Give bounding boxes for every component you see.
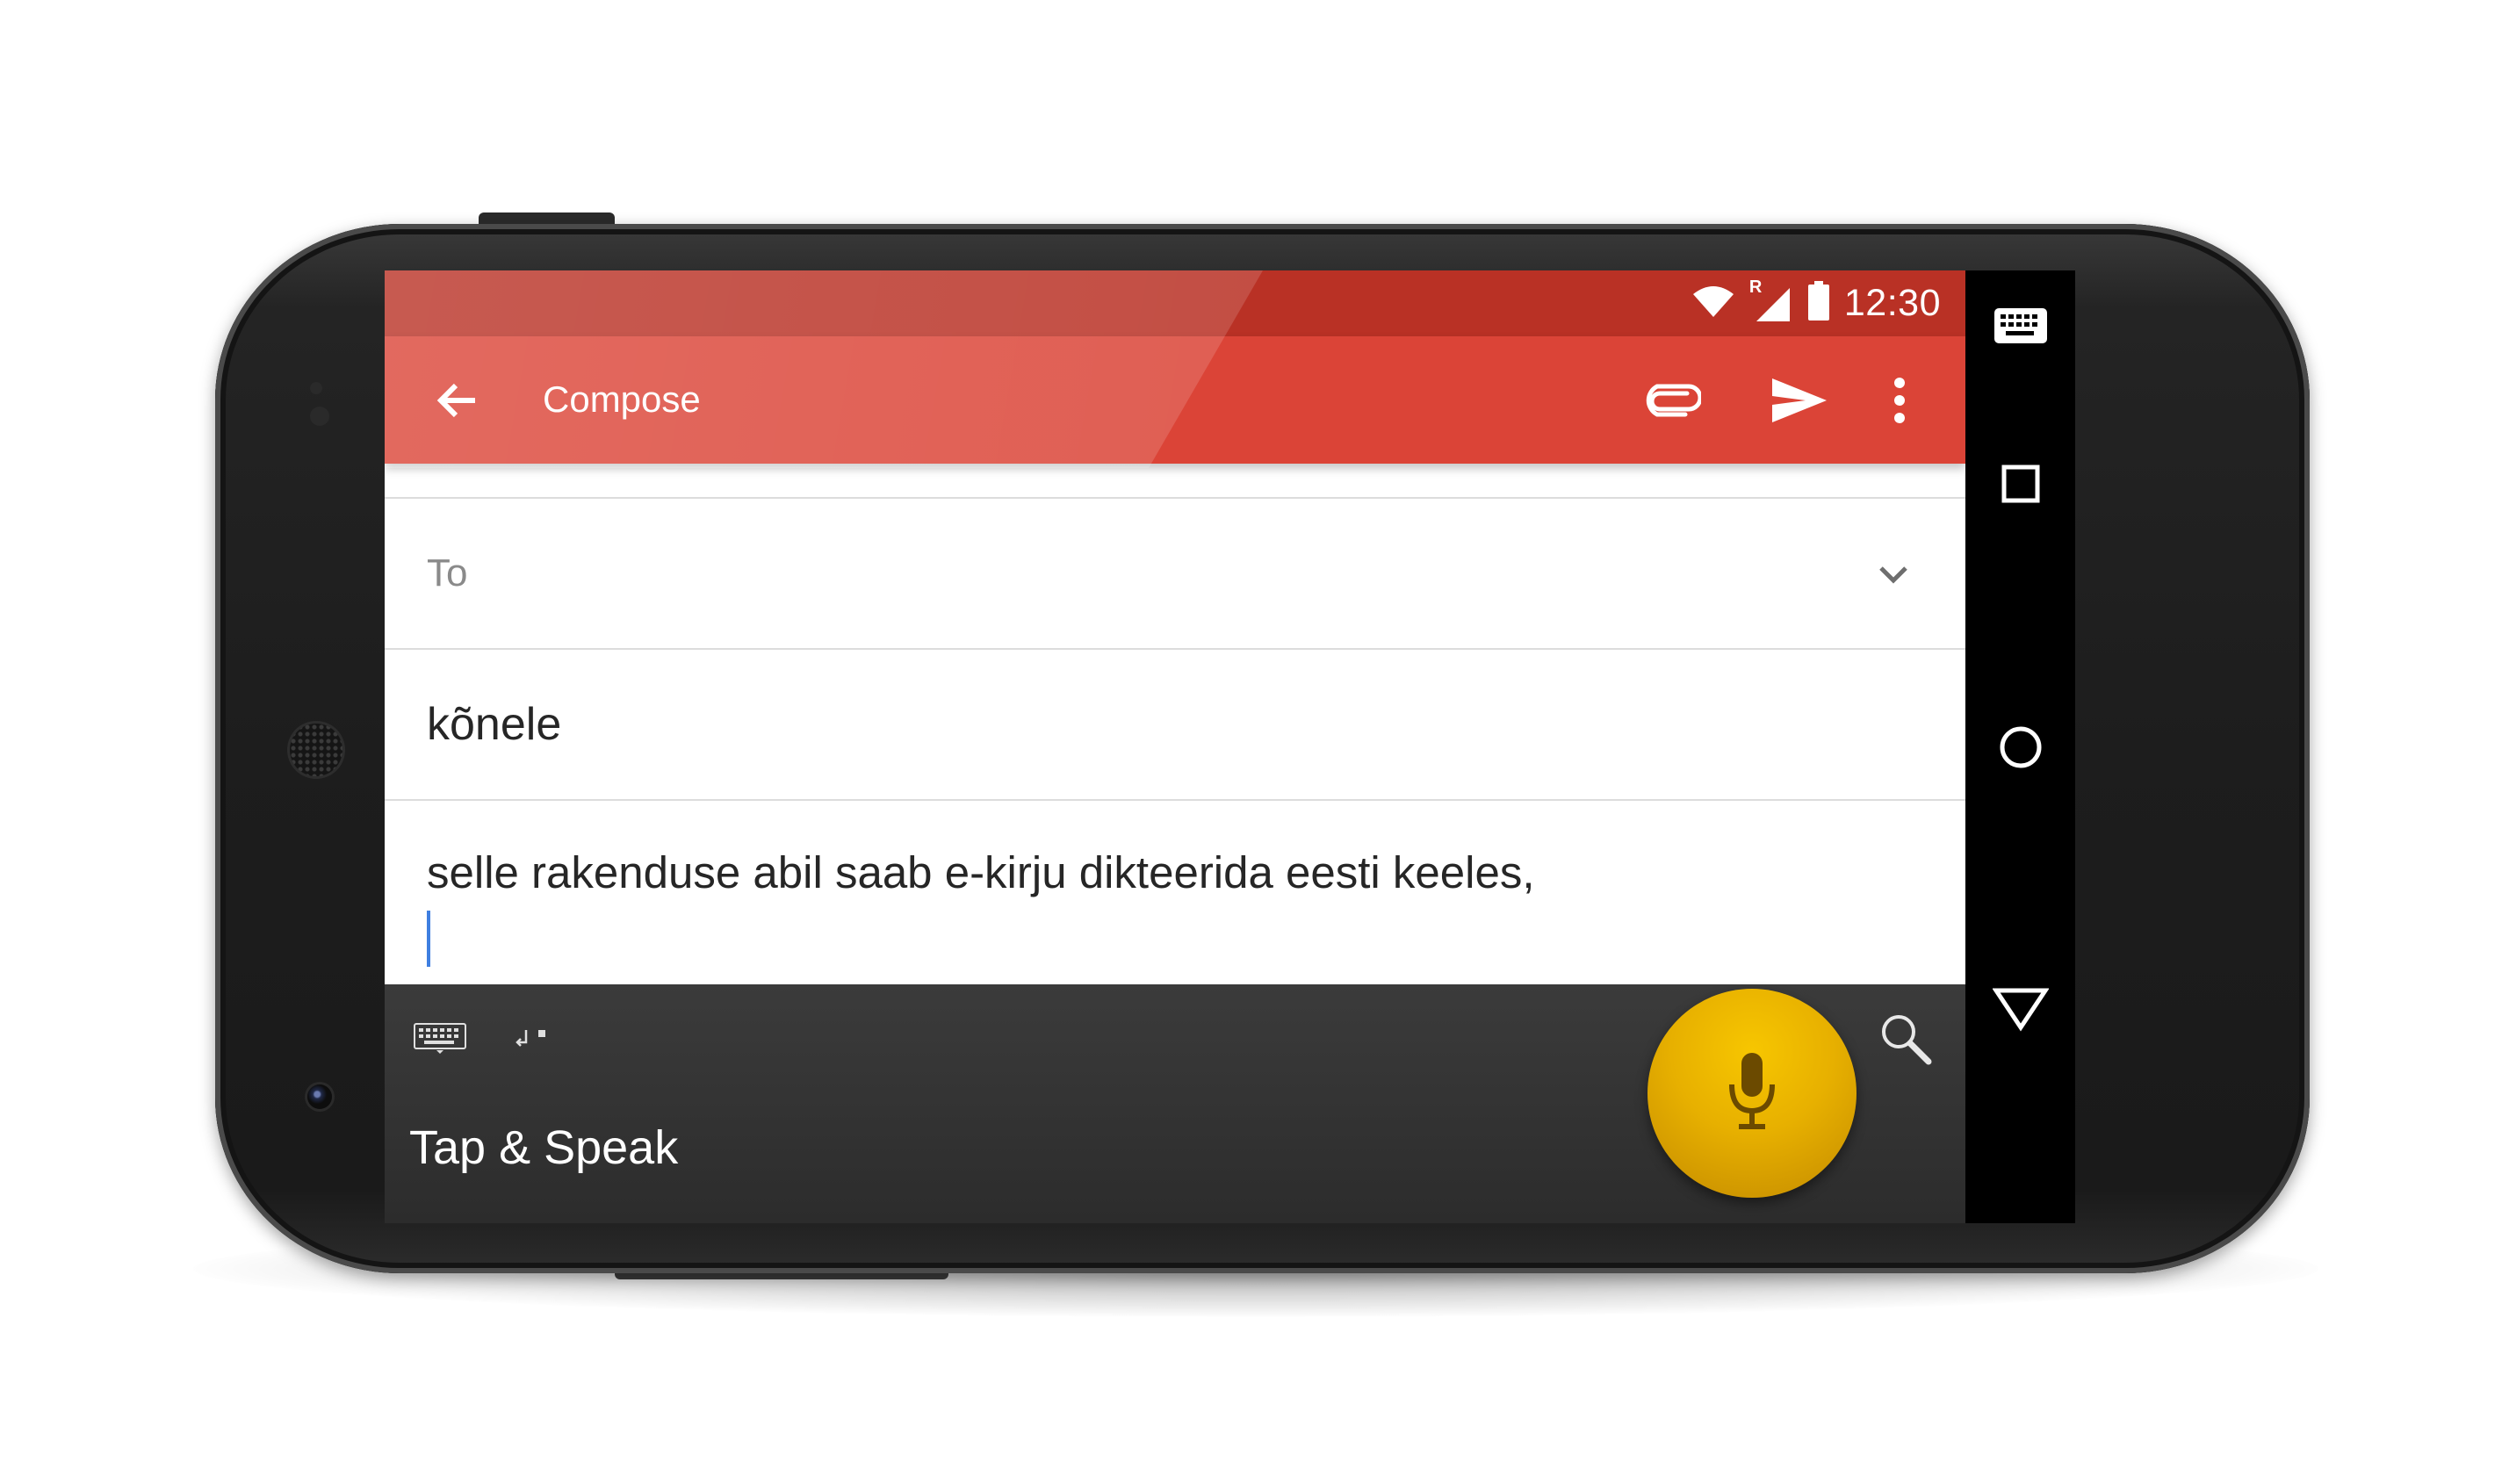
arrow-back-icon	[436, 383, 475, 418]
status-icons: R 12:30	[1691, 277, 1941, 326]
phone-screen: R 12:30 Compose To kõnele selle rakendus…	[385, 270, 2075, 1223]
toolbar-title: Compose	[543, 378, 701, 420]
front-camera	[307, 1084, 332, 1109]
voice-input-panel: Tap & Speak	[385, 984, 1965, 1223]
mic-icon	[1729, 1053, 1775, 1129]
stage: R 12:30 Compose To kõnele selle rakendus…	[0, 0, 2509, 1484]
chevron-down-icon[interactable]	[1874, 555, 1913, 594]
status-bar: R 12:30	[385, 270, 1965, 336]
search-icon[interactable]	[1878, 1011, 1934, 1067]
from-field-edge	[385, 464, 1965, 499]
compose-form: To kõnele selle rakenduse abil saab e-ki…	[385, 464, 1965, 984]
to-label: To	[427, 551, 468, 594]
back-icon	[1993, 988, 2049, 1032]
body-text: selle rakenduse abil saab e-kirju diktee…	[427, 847, 1535, 897]
battery-icon	[1807, 280, 1830, 326]
signal-icon: R	[1749, 277, 1793, 323]
speaker-grille	[290, 724, 342, 776]
status-clock: 12:30	[1843, 281, 1941, 324]
proximity-sensor	[310, 382, 322, 394]
subject-text: kõnele	[427, 699, 562, 750]
enter-icon[interactable]	[514, 1019, 549, 1055]
light-sensor	[310, 407, 329, 426]
attach-button[interactable]	[1644, 371, 1702, 429]
back-button[interactable]	[1992, 980, 2050, 1038]
send-button[interactable]	[1770, 371, 1828, 429]
navigation-bar	[1965, 270, 2075, 1223]
microphone-button[interactable]	[1647, 989, 1857, 1198]
overflow-menu-button[interactable]	[1871, 371, 1929, 429]
app-toolbar: Compose	[385, 336, 1965, 464]
home-icon	[2000, 726, 2042, 768]
more-vert-icon	[1894, 378, 1905, 423]
text-cursor	[427, 911, 430, 967]
subject-field[interactable]: kõnele	[385, 650, 1965, 801]
recents-icon	[2001, 465, 2040, 503]
send-icon	[1772, 378, 1827, 422]
keyboard-icon[interactable]	[414, 1023, 466, 1055]
wifi-icon	[1691, 284, 1735, 323]
email-app: R 12:30 Compose To kõnele selle rakendus…	[385, 270, 1965, 1223]
home-button[interactable]	[1992, 718, 2050, 776]
keyboard-switch-icon	[1994, 308, 2047, 343]
attach-icon	[1646, 384, 1701, 417]
recents-button[interactable]	[1992, 455, 2050, 513]
keyboard-switch-button[interactable]	[1992, 297, 2050, 355]
to-field[interactable]: To	[385, 499, 1965, 650]
back-arrow-button[interactable]	[429, 371, 487, 429]
body-field[interactable]: selle rakenduse abil saab e-kirju diktee…	[385, 801, 1965, 984]
tap-and-speak-label: Tap & Speak	[409, 1121, 679, 1174]
